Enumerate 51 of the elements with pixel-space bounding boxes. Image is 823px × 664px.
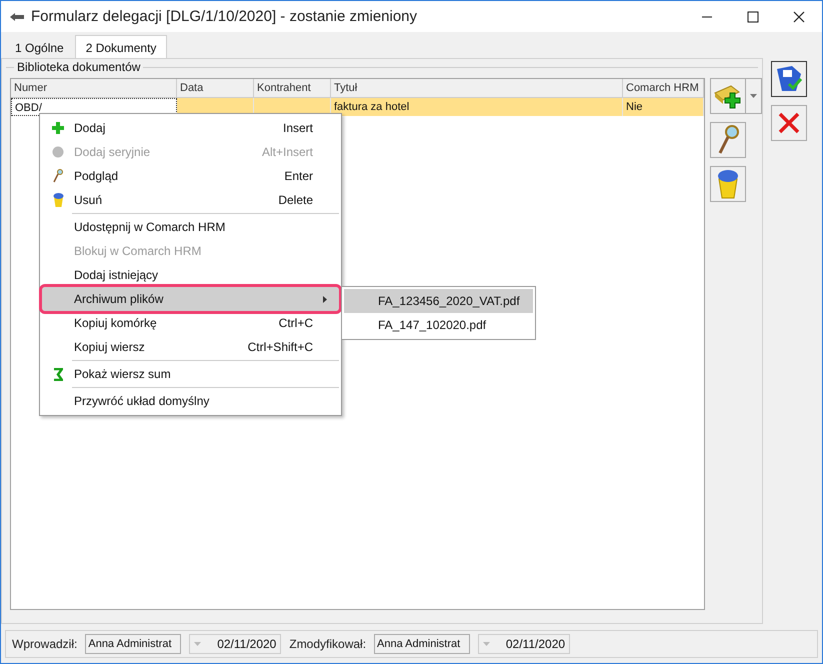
magnifier-icon <box>53 169 63 183</box>
menu-item[interactable]: FA_123456_2020_VAT.pdf <box>344 289 533 313</box>
table-cell: Nie <box>623 98 704 116</box>
preview-button[interactable] <box>710 122 746 158</box>
magnifier-icon <box>717 125 739 155</box>
tab[interactable]: 2 Dokumenty <box>74 35 168 58</box>
dropdown-button[interactable] <box>746 78 762 114</box>
column-header[interactable]: Data <box>177 79 254 97</box>
column-header[interactable]: Kontrahent <box>254 79 331 97</box>
cancel-button[interactable] <box>771 105 807 141</box>
add-document-button[interactable] <box>710 78 746 114</box>
cross-icon <box>777 111 801 135</box>
sigma-icon <box>53 368 63 380</box>
submenu-arrow-icon <box>323 296 327 303</box>
window-title: Formularz delegacji [DLG/1/10/2020] - zostanie zmieniony <box>31 8 418 25</box>
menu-item[interactable]: Kopiuj komórkę Ctrl+C <box>42 311 339 335</box>
group-title: Biblioteka dokumentów <box>14 60 144 74</box>
menu-item[interactable]: Usuń Delete <box>42 188 339 212</box>
caret-icon <box>750 94 757 98</box>
trash-bin-icon <box>716 169 740 199</box>
menu-item[interactable]: Podgląd Enter <box>42 164 339 188</box>
caret-icon <box>483 642 490 646</box>
menu-item[interactable]: Dodaj Insert <box>42 116 339 140</box>
delete-button[interactable] <box>710 166 746 202</box>
menu-item[interactable]: Kopiuj wiersz Ctrl+Shift+C <box>42 335 339 359</box>
field-label: Zmodyfikował: <box>289 637 366 651</box>
app-icon <box>9 12 25 22</box>
column-header[interactable]: Tytuł <box>331 79 623 97</box>
plus-icon <box>52 122 64 134</box>
menu-item[interactable]: FA_147_102020.pdf <box>344 313 533 337</box>
column-header[interactable]: Comarch HRM <box>623 79 704 97</box>
book-plus-icon <box>713 83 743 109</box>
date-field: 02/11/2020 <box>478 634 570 654</box>
trash-bin-icon <box>52 193 64 207</box>
table-cell: faktura za hotel <box>331 98 623 116</box>
save-button[interactable] <box>771 61 807 97</box>
user-field: Anna Administrat <box>85 634 182 654</box>
user-field: Anna Administrat <box>374 634 470 654</box>
menu-item[interactable]: Archiwum plików <box>42 287 339 311</box>
tab[interactable]: 1 Ogólne <box>4 37 75 58</box>
floppy-check-icon <box>774 64 804 94</box>
caret-icon <box>194 642 202 646</box>
close-icon[interactable] <box>793 10 805 22</box>
maximize-icon[interactable] <box>747 10 759 22</box>
date-field: 02/11/2020 <box>189 634 282 654</box>
menu-item[interactable]: Udostępnij w Comarch HRM <box>42 215 339 239</box>
menu-item[interactable]: Przywróć układ domyślny <box>42 389 339 413</box>
field-label: Wprowadził: <box>12 637 78 651</box>
column-header[interactable]: Numer <box>11 79 177 97</box>
menu-item[interactable]: Pokaż wiersz sum <box>42 362 339 386</box>
menu-item[interactable]: Dodaj istniejący <box>42 263 339 287</box>
